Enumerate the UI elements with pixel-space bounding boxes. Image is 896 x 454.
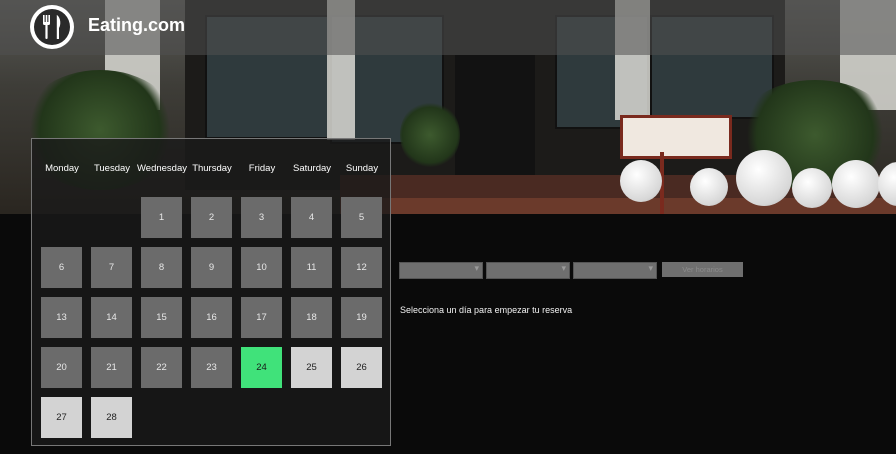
lamp-ball [832, 160, 880, 208]
calendar-day[interactable]: 23 [191, 347, 232, 388]
calendar-day[interactable]: 6 [41, 247, 82, 288]
calendar-day[interactable]: 18 [291, 297, 332, 338]
calendar-day-available[interactable]: 28 [91, 397, 132, 438]
menu-board [620, 115, 732, 159]
calendar-day[interactable]: 8 [141, 247, 182, 288]
calendar-day[interactable]: 7 [91, 247, 132, 288]
guests-select[interactable] [399, 262, 483, 279]
calendar-day[interactable]: 13 [41, 297, 82, 338]
weekday-label: Sunday [345, 163, 379, 174]
calendar-day[interactable]: 3 [241, 197, 282, 238]
time-select[interactable] [573, 262, 657, 279]
calendar-day[interactable]: 10 [241, 247, 282, 288]
lamp-ball [620, 160, 662, 202]
calendar-day[interactable]: 12 [341, 247, 382, 288]
calendar-day[interactable]: 21 [91, 347, 132, 388]
doorway [455, 55, 535, 175]
calendar-day[interactable]: 20 [41, 347, 82, 388]
calendar-day[interactable]: 17 [241, 297, 282, 338]
fork-knife-icon[interactable] [30, 5, 74, 49]
calendar-day[interactable]: 15 [141, 297, 182, 338]
calendar-day-available[interactable]: 27 [41, 397, 82, 438]
top-bar: Eating.com [0, 0, 896, 55]
calendar-day[interactable]: 9 [191, 247, 232, 288]
lamp-ball [736, 150, 792, 206]
calendar-day[interactable]: 16 [191, 297, 232, 338]
shift-select[interactable] [486, 262, 570, 279]
booking-calendar: Monday Tuesday Wednesday Thursday Friday… [31, 138, 391, 446]
calendar-day[interactable]: 4 [291, 197, 332, 238]
show-hours-button[interactable]: Ver horarios [662, 262, 743, 277]
calendar-day[interactable]: 2 [191, 197, 232, 238]
calendar-day-selected[interactable]: 24 [241, 347, 282, 388]
calendar-day[interactable]: 5 [341, 197, 382, 238]
lamp-ball [792, 168, 832, 208]
brand-name[interactable]: Eating.com [88, 15, 185, 36]
calendar-day[interactable]: 1 [141, 197, 182, 238]
lamp-ball [690, 168, 728, 206]
calendar-day-available[interactable]: 26 [341, 347, 382, 388]
plant [400, 100, 460, 170]
calendar-day[interactable]: 14 [91, 297, 132, 338]
calendar-day-available[interactable]: 25 [291, 347, 332, 388]
calendar-day[interactable]: 11 [291, 247, 332, 288]
calendar-day[interactable]: 19 [341, 297, 382, 338]
booking-hint: Selecciona un día para empezar tu reserv… [400, 305, 573, 315]
calendar-day[interactable]: 22 [141, 347, 182, 388]
